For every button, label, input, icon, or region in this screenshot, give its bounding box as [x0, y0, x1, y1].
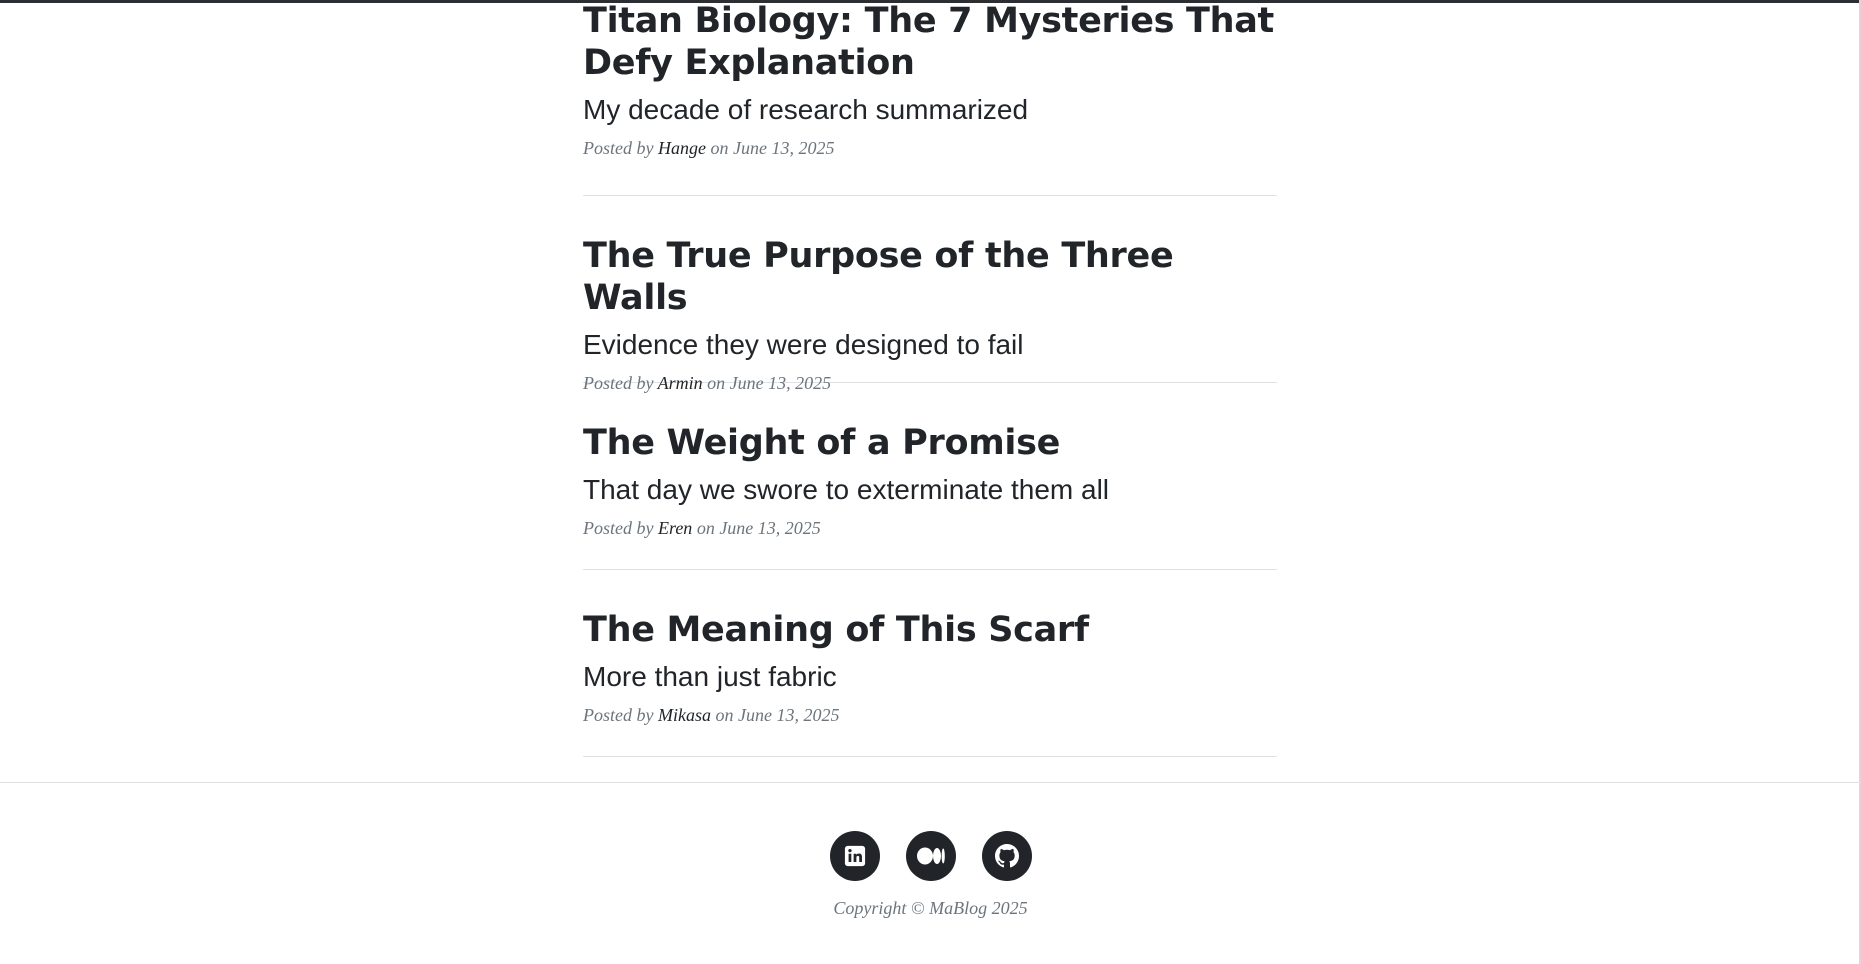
post-date: on June 13, 2025: [715, 705, 840, 725]
medium-icon: [916, 847, 945, 865]
post-preview: The Meaning of This Scarf More than just…: [583, 570, 1277, 757]
post-title[interactable]: The True Purpose of the Three Walls: [583, 235, 1277, 319]
post-link[interactable]: The Meaning of This Scarf More than just…: [583, 570, 1277, 695]
linkedin-icon: [844, 845, 865, 867]
copyright-text: Copyright © MaBlog 2025: [833, 898, 1028, 918]
post-author-link[interactable]: Eren: [658, 518, 692, 538]
post-title[interactable]: The Weight of a Promise: [583, 422, 1277, 464]
meta-prefix: Posted by: [583, 138, 654, 158]
post-link[interactable]: The True Purpose of the Three Walls Evid…: [583, 196, 1277, 363]
linkedin-link[interactable]: [829, 831, 880, 881]
post-title[interactable]: Titan Biology: The 7 Mysteries That Defy…: [583, 0, 1277, 84]
post-title-line[interactable]: Titan Biology: The 7 Mysteries That: [583, 1, 1274, 41]
post-subtitle[interactable]: That day we swore to exterminate them al…: [583, 472, 1277, 508]
post-title[interactable]: The Meaning of This Scarf: [583, 609, 1277, 651]
post-preview: Titan Biology: The 7 Mysteries That Defy…: [583, 0, 1277, 196]
meta-prefix: Posted by: [583, 518, 654, 538]
post-subtitle[interactable]: Evidence they were designed to fail: [583, 327, 1277, 363]
footer-divider: [0, 782, 1861, 783]
post-author-link[interactable]: Mikasa: [658, 705, 711, 725]
post-link[interactable]: The Weight of a Promise That day we swor…: [583, 383, 1277, 508]
meta-prefix: Posted by: [583, 705, 654, 725]
medium-link[interactable]: [905, 831, 956, 881]
post-meta: Posted by Mikasa on June 13, 2025: [583, 703, 1277, 727]
post-meta: Posted by Eren on June 13, 2025: [583, 516, 1277, 540]
post-date: on June 13, 2025: [710, 138, 835, 158]
post-subtitle[interactable]: My decade of research summarized: [583, 92, 1277, 128]
post-date: on June 13, 2025: [696, 518, 821, 538]
post-title-line[interactable]: Defy Explanation: [583, 43, 915, 83]
post-link[interactable]: Titan Biology: The 7 Mysteries That Defy…: [583, 0, 1277, 128]
post-preview: The Weight of a Promise That day we swor…: [583, 383, 1277, 570]
github-icon: [994, 844, 1019, 868]
social-links: [0, 831, 1861, 881]
post-meta: Posted by Hange on June 13, 2025: [583, 136, 1277, 160]
post-preview: The True Purpose of the Three Walls Evid…: [583, 196, 1277, 393]
post-list: Titan Biology: The 7 Mysteries That Defy…: [583, 0, 1277, 757]
github-link[interactable]: [981, 831, 1032, 881]
post-subtitle[interactable]: More than just fabric: [583, 659, 1277, 695]
post-author-link[interactable]: Hange: [658, 138, 706, 158]
